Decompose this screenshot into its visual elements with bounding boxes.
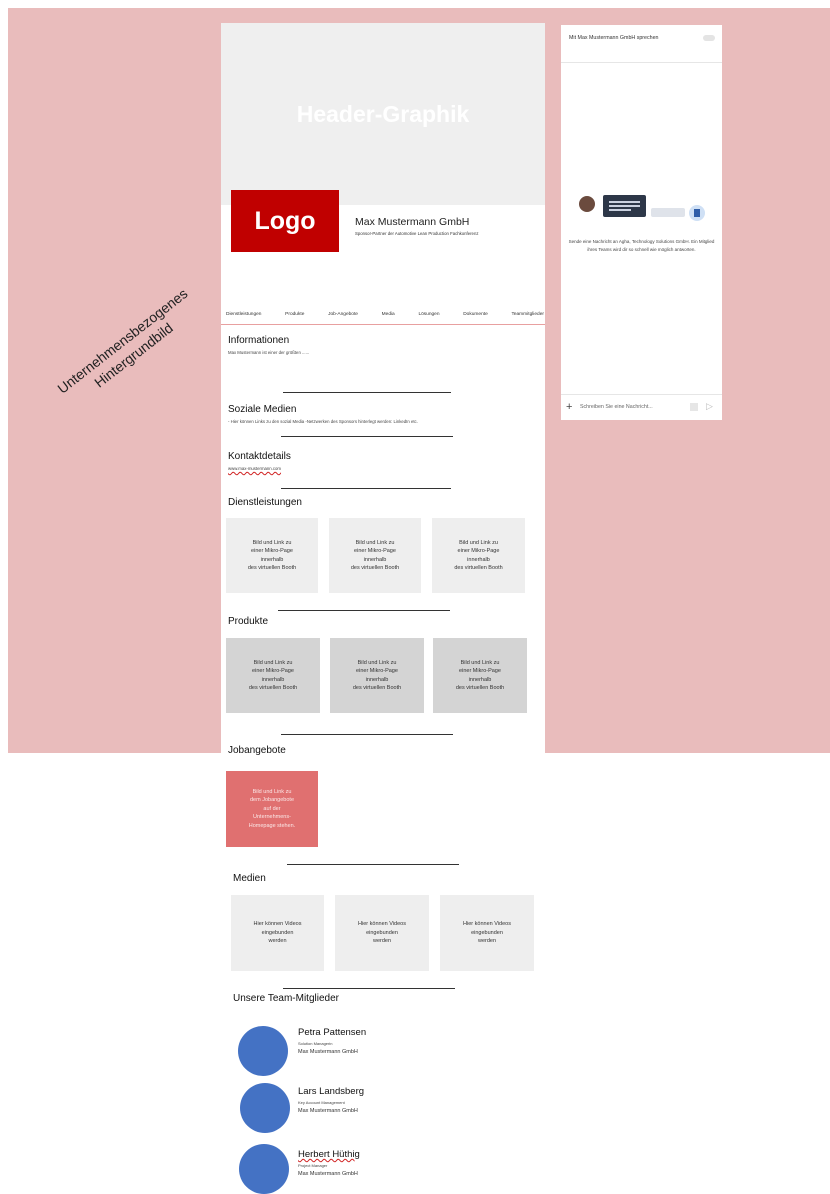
team-member-name[interactable]: Herbert Hüthig (298, 1149, 360, 1160)
team-member-company: Max Mustermann GmbH (298, 1108, 358, 1114)
medien-title: Medien (233, 873, 266, 884)
jobangebote-title: Jobangebote (228, 745, 286, 756)
chat-panel (561, 25, 722, 420)
chat-header-divider (561, 62, 722, 63)
chat-message-input[interactable]: Schreiben Sie eine Nachricht... (580, 404, 653, 410)
send-icon[interactable]: ▷ (706, 401, 713, 412)
team-member-avatar[interactable] (239, 1144, 289, 1194)
website-link[interactable]: www.max-mustermann.com (228, 466, 281, 471)
team-member-name[interactable]: Petra Pattensen (298, 1027, 366, 1038)
section-divider (281, 734, 453, 735)
section-divider (278, 610, 450, 611)
soziale-medien-text: - Hier können Links zu den sozial Media … (228, 419, 418, 424)
team-member-role: Project Manager (298, 1163, 328, 1168)
company-name: Max Mustermann GmbH (355, 216, 470, 228)
tab-loesungen[interactable]: Lösungen (418, 312, 439, 317)
chat-toggle-icon[interactable] (703, 35, 715, 41)
booth-tab-bar: Dienstleistungen Produkte Job-Angebote M… (226, 312, 544, 317)
team-member-avatar[interactable] (238, 1026, 288, 1076)
dienstleistungen-title: Dienstleistungen (228, 497, 302, 508)
tab-dokumente[interactable]: Dokumente (463, 312, 488, 317)
team-member-avatar[interactable] (240, 1083, 290, 1133)
tab-teammitglieder[interactable]: Teammitglieder (511, 312, 544, 317)
agent-avatar-icon (579, 196, 595, 212)
team-member-company: Max Mustermann GmbH (298, 1171, 358, 1177)
produkte-title: Produkte (228, 616, 269, 627)
company-subtitle: Sponsor-Partner der Automotive Lean Prod… (355, 231, 479, 236)
emoji-icon[interactable] (690, 403, 698, 411)
add-attachment-icon[interactable]: + (566, 401, 572, 413)
reply-bubble-icon (651, 208, 685, 217)
section-divider (281, 488, 451, 489)
video-card[interactable]: Hier können Videos eingebunden werden (231, 895, 324, 971)
company-logo: Logo (231, 190, 339, 252)
video-card[interactable]: Hier können Videos eingebunden werden (335, 895, 429, 971)
header-graphic-label: Header-Graphik (296, 100, 470, 127)
kontaktdetails-title: Kontaktdetails (228, 451, 291, 462)
video-card[interactable]: Hier können Videos eingebunden werden (440, 895, 534, 971)
service-card[interactable]: Bild und Link zu einer Mikro-Page innerhal… (226, 518, 318, 593)
chat-footer-divider (561, 394, 722, 395)
header-graphic: Header-Graphik (221, 23, 545, 205)
informationen-text: Max Mustermann ist einer der größten ...… (228, 350, 310, 355)
product-card[interactable]: Bild und Link zu einer Mikro-Page innerhal… (330, 638, 424, 713)
team-member-role: Solution Managerin (298, 1041, 333, 1046)
tab-produkte[interactable]: Produkte (285, 312, 304, 317)
section-divider (283, 392, 451, 393)
soziale-medien-title: Soziale Medien (228, 404, 297, 415)
product-card[interactable]: Bild und Link zu einer Mikro-Page innerhal… (433, 638, 527, 713)
bookmark-icon (689, 205, 705, 221)
service-card[interactable]: Bild und Link zu einer Mikro-Page innerhal… (432, 518, 525, 593)
service-card[interactable]: Bild und Link zu einer Mikro-Page innerhal… (329, 518, 421, 593)
chat-description: Sende eine Nachricht an Agha, Technology… (568, 239, 715, 252)
team-title: Unsere Team-Mitglieder (233, 993, 339, 1004)
section-divider (287, 864, 459, 865)
tab-dienstleistungen[interactable]: Dienstleistungen (226, 312, 261, 317)
job-offer-card[interactable]: Bild und Link zu dem Jobangebote auf der Un… (226, 771, 318, 847)
chat-title: Mit Max Mustermann GmbH sprechen (569, 35, 659, 41)
tab-job-angebote[interactable]: Job-Angebote (328, 312, 358, 317)
team-member-role: Key Account Management (298, 1100, 345, 1105)
team-member-company: Max Mustermann GmbH (298, 1049, 358, 1055)
informationen-title: Informationen (228, 335, 290, 346)
product-card[interactable]: Bild und Link zu einer Mikro-Page innerhal… (226, 638, 320, 713)
tab-media[interactable]: Media (382, 312, 395, 317)
message-bubble-icon (603, 195, 646, 217)
section-divider (283, 988, 455, 989)
team-member-name[interactable]: Lars Landsberg (298, 1086, 364, 1097)
tab-underline (221, 324, 545, 325)
section-divider (281, 436, 453, 437)
